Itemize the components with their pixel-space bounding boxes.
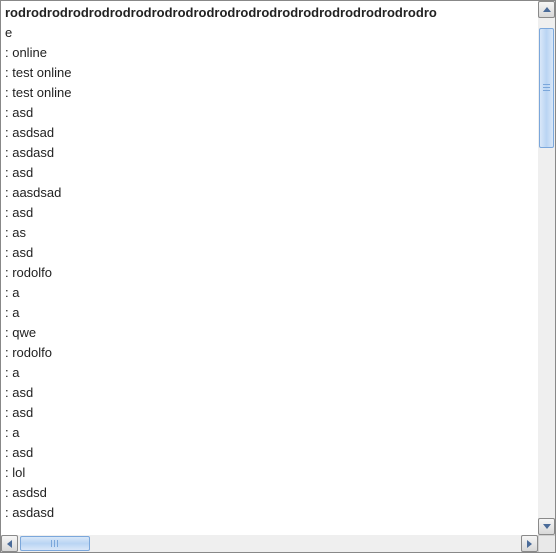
log-line: : a bbox=[5, 423, 534, 443]
log-line: : asd bbox=[5, 103, 534, 123]
scroll-up-button[interactable] bbox=[538, 1, 555, 18]
log-line: : asd bbox=[5, 443, 534, 463]
log-line: : aasdsad bbox=[5, 183, 534, 203]
horizontal-scrollbar[interactable] bbox=[1, 535, 538, 552]
scroll-right-button[interactable] bbox=[521, 535, 538, 552]
log-line: : rodolfo bbox=[5, 343, 534, 363]
horizontal-scrollbar-track[interactable] bbox=[18, 535, 521, 552]
log-line: : as bbox=[5, 223, 534, 243]
horizontal-scrollbar-thumb[interactable] bbox=[20, 536, 90, 551]
vertical-scrollbar-thumb[interactable] bbox=[539, 28, 554, 148]
vertical-scrollbar[interactable] bbox=[538, 1, 555, 535]
header-line: rodrodrodrodrodrodrodrodrodrodrodrodrodr… bbox=[5, 3, 534, 23]
thumb-grip-icon bbox=[51, 540, 59, 547]
thumb-grip-icon bbox=[543, 84, 550, 92]
log-viewport[interactable]: rodrodrodrodrodrodrodrodrodrodrodrodrodr… bbox=[1, 1, 538, 535]
chevron-left-icon bbox=[7, 540, 12, 548]
log-content: rodrodrodrodrodrodrodrodrodrodrodrodrodr… bbox=[1, 1, 538, 525]
log-line: : asd bbox=[5, 383, 534, 403]
log-line: : a bbox=[5, 303, 534, 323]
log-panel: rodrodrodrodrodrodrodrodrodrodrodrodrodr… bbox=[0, 0, 556, 553]
log-line: : rodolfo bbox=[5, 263, 534, 283]
log-line: e bbox=[5, 23, 534, 43]
log-line: : asd bbox=[5, 243, 534, 263]
log-line: : test online bbox=[5, 83, 534, 103]
log-line: : asdsad bbox=[5, 123, 534, 143]
log-line: : a bbox=[5, 363, 534, 383]
log-line: : test online bbox=[5, 63, 534, 83]
log-line: : asdasd bbox=[5, 143, 534, 163]
chevron-up-icon bbox=[543, 7, 551, 12]
scroll-down-button[interactable] bbox=[538, 518, 555, 535]
log-line: : asd bbox=[5, 163, 534, 183]
log-line: : asdsd bbox=[5, 483, 534, 503]
messages-list: e: online: test online: test online: asd… bbox=[5, 23, 534, 523]
chevron-down-icon bbox=[543, 524, 551, 529]
log-line: : lol bbox=[5, 463, 534, 483]
log-line: : asd bbox=[5, 403, 534, 423]
log-line: : online bbox=[5, 43, 534, 63]
log-line: : a bbox=[5, 283, 534, 303]
scroll-left-button[interactable] bbox=[1, 535, 18, 552]
log-line: : asdasd bbox=[5, 503, 534, 523]
log-line: : asd bbox=[5, 203, 534, 223]
vertical-scrollbar-track[interactable] bbox=[538, 18, 555, 518]
scrollbar-corner bbox=[538, 535, 555, 552]
log-line: : qwe bbox=[5, 323, 534, 343]
chevron-right-icon bbox=[527, 540, 532, 548]
